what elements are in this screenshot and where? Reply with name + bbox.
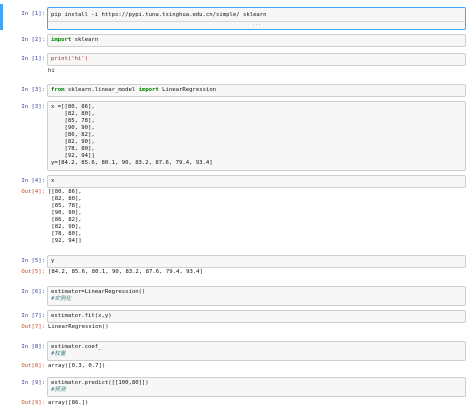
cell-10[interactable]: In [8]: estimator.coef_ #权重 Out[8]: array… <box>0 341 474 373</box>
output-prompt: Out[9]: <box>21 400 45 406</box>
code-input[interactable]: estimator.predict([[100,80]]) #预测 <box>47 377 466 397</box>
code-input[interactable]: print('hi') <box>47 53 466 66</box>
cell-11[interactable]: In [9]: estimator.predict([[100,80]]) #预测… <box>0 377 474 411</box>
cell-output: [84.2, 85.6, 80.1, 90, 83.2, 87.6, 79.4,… <box>48 269 203 275</box>
code-text: estimator.fit(x,y) <box>51 313 112 319</box>
stdout-output: hi <box>48 68 55 74</box>
cell-9[interactable]: In [7]: estimator.fit(x,y) Out[7]: Linea… <box>0 310 474 336</box>
code-input[interactable]: x <box>47 175 466 188</box>
input-prompt: In [5]: <box>21 258 45 264</box>
code-text: y <box>51 258 55 264</box>
cell-output: array([86.]) <box>48 400 89 406</box>
output-prompt: Out[5]: <box>21 269 45 275</box>
input-prompt: In [6]: <box>21 289 45 295</box>
code-input[interactable]: pip install -i https://pypi.tuna.tsinghu… <box>47 7 466 30</box>
code-input[interactable]: from sklearn.linear_model import LinearR… <box>47 84 466 97</box>
input-prompt: In [3]: <box>21 87 45 93</box>
cell-6[interactable]: In [4]: x Out[4]: [[80, 86], [82, 80], [… <box>0 175 474 253</box>
cell-2[interactable]: In [2]: import sklearn <box>0 34 474 48</box>
input-prompt: In [4]: <box>21 178 45 184</box>
input-prompt: In [7]: <box>21 313 45 319</box>
input-prompt: In [8]: <box>21 344 45 350</box>
code-input[interactable]: estimator.fit(x,y) <box>47 310 466 323</box>
cell-5[interactable]: In [3]: x =[[80, 86], [82, 80], [85, 78]… <box>0 101 474 171</box>
collapsed-output-hint[interactable]: ... <box>48 21 465 27</box>
input-prompt: In [2]: <box>21 37 45 43</box>
cell-7[interactable]: In [5]: y Out[5]: [84.2, 85.6, 80.1, 90,… <box>0 255 474 281</box>
selected-cell-bar <box>0 4 3 30</box>
code-text: x <box>51 178 55 184</box>
input-prompt: In [1]: <box>21 11 45 17</box>
output-prompt: Out[8]: <box>21 363 45 369</box>
code-text: estimator.coef_ #权重 <box>51 344 102 357</box>
input-prompt: In [3]: <box>21 104 45 110</box>
cell-3[interactable]: In [1]: print('hi') hi <box>0 53 474 79</box>
cell-1[interactable]: In [1]: pip install -i https://pypi.tuna… <box>0 4 474 32</box>
code-input[interactable]: estimator=LinearRegression() #实例化 <box>47 286 466 306</box>
code-text: print('hi') <box>51 56 89 62</box>
code-input[interactable]: x =[[80, 86], [82, 80], [85, 78], [90, 9… <box>47 101 466 171</box>
code-text: pip install -i https://pypi.tuna.tsinghu… <box>51 12 267 18</box>
code-text: estimator.predict([[100,80]]) #预测 <box>51 380 149 393</box>
cell-8[interactable]: In [6]: estimator=LinearRegression() #实例化 <box>0 286 474 306</box>
cell-output: LinearRegression() <box>48 324 109 330</box>
code-text: estimator=LinearRegression() #实例化 <box>51 289 146 302</box>
code-text: from sklearn.linear_model import LinearR… <box>51 87 217 93</box>
code-text: x =[[80, 86], [82, 80], [85, 78], [90, 9… <box>51 104 213 166</box>
cell-output: [[80, 86], [82, 80], [85, 78], [90, 90],… <box>48 189 82 244</box>
output-prompt: Out[7]: <box>21 324 45 330</box>
code-input[interactable]: y <box>47 255 466 268</box>
cell-output: array([0.3, 0.7]) <box>48 363 106 369</box>
cell-4[interactable]: In [3]: from sklearn.linear_model import… <box>0 84 474 98</box>
input-prompt: In [1]: <box>21 56 45 62</box>
input-prompt: In [9]: <box>21 380 45 386</box>
code-input[interactable]: import sklearn <box>47 34 466 47</box>
output-prompt: Out[4]: <box>21 189 45 195</box>
code-input[interactable]: estimator.coef_ #权重 <box>47 341 466 361</box>
code-text: import sklearn <box>51 37 99 43</box>
